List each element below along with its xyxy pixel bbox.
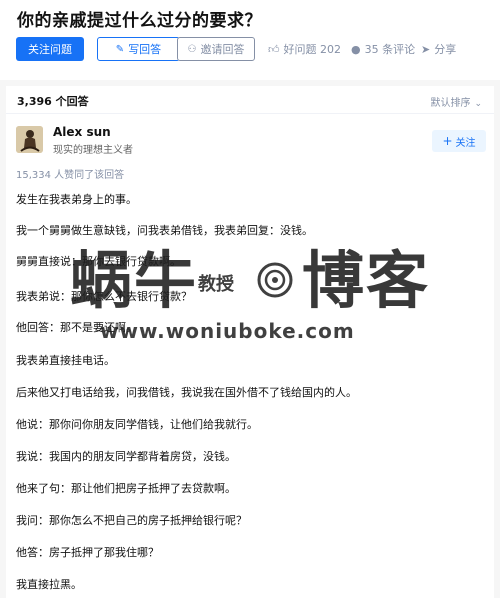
answer-paragraph: 他回答：那不是要还啊。 (16, 321, 137, 334)
plus-icon: + (442, 134, 453, 148)
invite-answer-button[interactable]: ⚇ 邀请回答 (177, 37, 255, 61)
sort-label: 默认排序 (430, 98, 471, 109)
answers-card: 3,396 个回答 默认排序 ⌄ Alex sun 现实的理想主义者 + 关注 1… (6, 86, 494, 598)
good-question-label: 好问题 202 (283, 43, 342, 56)
answer-paragraph: 我表弟直接挂电话。 (16, 354, 115, 367)
comment-icon: ● (351, 42, 361, 56)
author-name[interactable]: Alex sun (53, 125, 111, 139)
answer-paragraph: 我问：那你怎么不把自己的房子抵押给银行呢？ (16, 514, 247, 527)
answer-paragraph: 后来他又打电话给我，问我借钱，我说我在国外借不了钱给国内的人。 (16, 386, 357, 399)
question-title: 你的亲戚提过什么过分的要求？ (17, 11, 262, 31)
question-header: 你的亲戚提过什么过分的要求？ 关注问题 ✎ 写回答 ⚇ 邀请回答 👍︎ 好问题 … (0, 0, 500, 80)
answer-paragraph: 我一个舅舅做生意缺钱，问我表弟借钱，我表弟回复：没钱。 (16, 224, 313, 237)
follow-question-label: 关注问题 (28, 43, 72, 56)
answers-header: 3,396 个回答 默认排序 ⌄ (6, 86, 494, 114)
thumbs-up-icon: 👍︎ (268, 42, 280, 56)
share-button[interactable]: ➤ 分享 (421, 41, 456, 57)
answer-paragraph: 舅舅直接说：那你去银行贷款啊。 (16, 255, 181, 268)
share-label: 分享 (434, 43, 457, 56)
chevron-down-icon: ⌄ (474, 99, 482, 109)
answer-paragraph: 我表弟说：那你怎么不去银行贷款？ (16, 290, 192, 303)
author-bio: 现实的理想主义者 (53, 145, 133, 156)
avatar[interactable] (16, 126, 43, 153)
sort-dropdown[interactable]: 默认排序 ⌄ (430, 94, 482, 109)
comments-button[interactable]: ● 35 条评论 (351, 41, 415, 57)
avatar-image (16, 126, 43, 153)
follow-author-button[interactable]: + 关注 (432, 130, 486, 152)
pencil-icon: ✎ (115, 43, 125, 55)
answer-paragraph: 他说：那你问你朋友同学借钱，让他们给我就行。 (16, 418, 258, 431)
write-answer-label: 写回答 (128, 43, 162, 56)
follow-author-label: 关注 (455, 137, 476, 149)
answer-paragraph: 他来了句：那让他们把房子抵押了去贷款啊。 (16, 482, 236, 495)
write-answer-button[interactable]: ✎ 写回答 (97, 37, 180, 61)
vote-count: 15,334 人赞同了该回答 (16, 170, 125, 181)
invite-answer-label: 邀请回答 (200, 43, 245, 56)
answer-paragraph: 我直接拉黑。 (16, 578, 82, 591)
answer-paragraph: 我说：我国内的朋友同学都背着房贷，没钱。 (16, 450, 236, 463)
follow-question-button[interactable]: 关注问题 (16, 37, 84, 61)
answer-paragraph: 他答：房子抵押了那我住哪？ (16, 546, 159, 559)
answer-paragraph: 发生在我表弟身上的事。 (16, 193, 137, 206)
share-icon: ➤ (421, 42, 431, 56)
comments-label: 35 条评论 (364, 43, 416, 56)
good-question-button[interactable]: 👍︎ 好问题 202 (268, 41, 341, 57)
add-person-icon: ⚇ (187, 43, 197, 55)
question-actions: 关注问题 ✎ 写回答 ⚇ 邀请回答 👍︎ 好问题 202 ● 35 条评论 ➤ … (16, 37, 496, 61)
answer-count: 3,396 个回答 (17, 95, 89, 108)
